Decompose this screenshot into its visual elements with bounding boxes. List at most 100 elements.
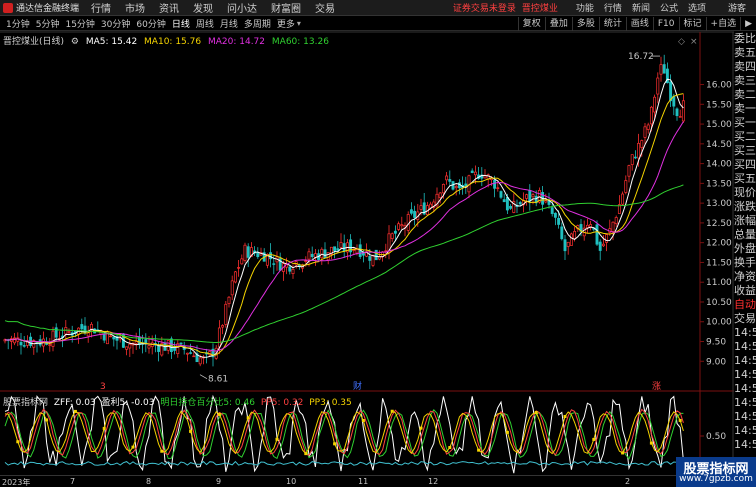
indicator-dot [304, 452, 308, 456]
indicator-name[interactable]: 股票指标网 [3, 398, 48, 408]
settings-icon[interactable]: ⚙ [71, 37, 79, 47]
high-price-label: 16.72 [628, 52, 654, 62]
price-tick-label: 12.00 [706, 239, 732, 249]
indicator-profit: 盈利5: -0.03 [101, 398, 155, 408]
candle-body [333, 246, 337, 251]
chart-settings-icon[interactable]: ◇ [678, 37, 685, 47]
quote-row: 现价 [734, 186, 756, 199]
quote-row: 涨幅 [734, 214, 756, 227]
candle-body [413, 210, 417, 218]
quote-row: 14:5 [734, 368, 756, 381]
event-mark[interactable]: 涨 [652, 381, 661, 392]
date-label: 7 [70, 477, 76, 486]
ma10-value: MA10: 15.76 [144, 37, 202, 47]
candle-body [320, 248, 324, 259]
quote-row: 交易 [734, 312, 756, 325]
tool-expand[interactable]: ▶ [740, 16, 756, 31]
quote-row: 换手 [734, 256, 756, 269]
candle-body [355, 249, 359, 254]
candle-body [243, 244, 247, 261]
candle-body [573, 231, 577, 239]
candle-body [272, 263, 276, 265]
candle-body [678, 116, 682, 118]
price-tick-label: 16.00 [706, 81, 732, 91]
candle-body [438, 192, 442, 198]
candle-body [445, 175, 449, 181]
ma5-line [4, 78, 684, 358]
candle-body [67, 331, 71, 333]
candlestick-series [3, 54, 685, 367]
indicator-dot [102, 426, 106, 430]
candle-body [48, 344, 52, 346]
candle-body [179, 342, 183, 345]
indicator-legend: 股票指标网 ZFF: 0.03 盈利5: -0.03 明日持仓百分比5: 0.4… [3, 395, 355, 408]
ma5-value: MA5: 15.42 [85, 37, 138, 47]
price-tick-label: 14.00 [706, 160, 732, 170]
candle-body [134, 341, 138, 344]
candle-body [525, 194, 529, 199]
candle-body [550, 207, 554, 214]
quote-row: 涨跌 [734, 200, 756, 213]
indicator-tick-label: 0.50 [706, 432, 726, 442]
candle-body [441, 183, 445, 194]
stock-chart-title: 晋控煤业(日线) [3, 37, 65, 47]
quote-row: 买四 [734, 158, 756, 171]
price-tick-label: 12.50 [706, 219, 732, 229]
quote-row: 卖三 [734, 74, 756, 87]
candle-body [240, 258, 244, 265]
indicator-dot [217, 412, 221, 416]
candle-body [393, 230, 397, 234]
quote-row: 14:5 [734, 396, 756, 409]
candle-body [173, 347, 177, 351]
candle-body [51, 330, 55, 347]
quote-row: 14:5 [734, 424, 756, 437]
watermark-logo: 股票指标网 www.7gpzb.com [676, 457, 756, 487]
price-tick-label: 13.50 [706, 179, 732, 189]
candle-body [125, 346, 129, 350]
candle-body [310, 253, 314, 258]
candle-body [499, 191, 503, 198]
candle-body [496, 187, 500, 189]
candle-body [448, 179, 452, 182]
quote-row: 14:5 [734, 382, 756, 395]
candle-body [633, 156, 637, 159]
quote-row: 买一 [734, 116, 756, 129]
price-tick-label: 11.00 [706, 278, 732, 288]
price-tick-label: 15.50 [706, 100, 732, 110]
candle-body [531, 194, 535, 198]
date-label: 10 [286, 477, 297, 486]
candle-body [233, 271, 237, 283]
chart-close-icon[interactable]: × [690, 37, 698, 47]
candle-body [19, 341, 23, 346]
candle-body [643, 126, 647, 138]
date-label: 12 [428, 477, 439, 486]
quote-row: 总量 [734, 228, 756, 241]
candle-body [605, 234, 609, 243]
candle-body [585, 224, 589, 229]
event-mark[interactable]: 3 [100, 382, 106, 392]
quote-row: 14:5 [734, 354, 756, 367]
candle-body [505, 197, 509, 211]
price-legend: 晋控煤业(日线) ⚙ MA5: 15.42 MA10: 15.76 MA20: … [3, 34, 333, 47]
candle-body [374, 249, 378, 261]
indicator-dot [16, 440, 20, 444]
quote-row: 卖五 [734, 46, 756, 59]
candle-body [637, 142, 641, 159]
candle-body [681, 100, 685, 122]
indicator-dot [649, 441, 653, 445]
quote-row: 外盘 [734, 242, 756, 255]
candle-body [473, 171, 477, 176]
price-tick-label: 10.50 [706, 298, 732, 308]
event-mark[interactable]: 财 [353, 380, 362, 392]
candle-body [230, 280, 234, 296]
quote-row: 净资 [734, 270, 756, 283]
candle-body [217, 327, 221, 348]
candle-body [502, 199, 506, 203]
quote-row: 卖一 [734, 102, 756, 115]
candle-body [342, 243, 346, 252]
candle-body [419, 205, 423, 210]
quote-row: 自动 [734, 298, 756, 311]
candle-body [288, 266, 292, 272]
candle-body [368, 256, 372, 261]
candle-body [646, 124, 650, 130]
